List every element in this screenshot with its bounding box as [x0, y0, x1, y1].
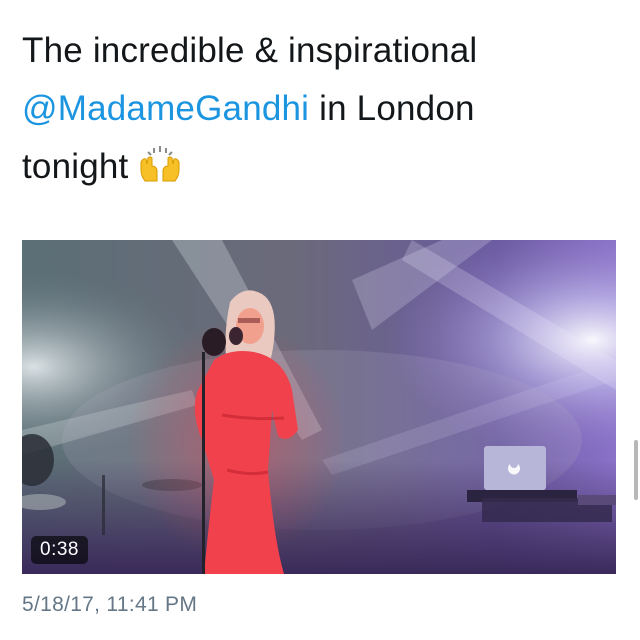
- tweet-text-part2: in London: [309, 89, 475, 128]
- video-thumbnail: [22, 240, 616, 574]
- tweet-text-part1: The incredible & inspirational: [22, 31, 478, 70]
- tweet-text-part3: tonight: [22, 147, 129, 186]
- video-duration-badge: 0:38: [31, 536, 88, 564]
- mention-link[interactable]: @MadameGandhi: [22, 89, 309, 128]
- raised-hands-icon: [137, 144, 183, 202]
- tweet-text: The incredible & inspirational @MadameGa…: [22, 22, 622, 202]
- video-player[interactable]: 0:38: [22, 240, 616, 574]
- tweet-timestamp[interactable]: 5/18/17, 11:41 PM: [22, 593, 197, 617]
- tweet-detail: The incredible & inspirational @MadameGa…: [0, 0, 640, 640]
- scrollbar[interactable]: [634, 440, 638, 500]
